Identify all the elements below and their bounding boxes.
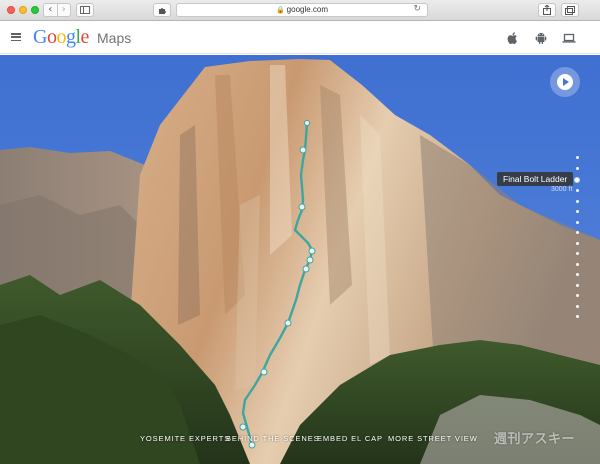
play-tour-button[interactable] — [550, 67, 580, 97]
back-forward-group: ‹ › — [43, 3, 71, 17]
progress-dot[interactable] — [575, 294, 579, 297]
el-capitan-image — [0, 55, 600, 464]
sidebar-icon — [80, 6, 90, 14]
share-button[interactable] — [538, 3, 556, 17]
google-logo[interactable]: Google — [33, 26, 89, 49]
browser-window: ‹ › 🔒 google.com ↻ Google Maps Final Bol… — [0, 0, 600, 464]
product-name: Maps — [97, 30, 132, 46]
back-icon[interactable]: ‹ — [44, 4, 57, 16]
tabs-icon — [565, 5, 575, 15]
apple-icon[interactable] — [506, 31, 520, 45]
close-button[interactable] — [7, 6, 15, 14]
progress-dot[interactable] — [575, 156, 579, 159]
extensions-button[interactable] — [153, 3, 171, 17]
forward-icon[interactable]: › — [56, 4, 71, 16]
waypoint-tooltip: Final Bolt Ladder — [497, 172, 574, 186]
maps-header: Google Maps — [0, 22, 600, 54]
progress-dot[interactable] — [575, 252, 579, 255]
progress-dot[interactable] — [575, 166, 579, 170]
link-yosemite-experts[interactable]: YOSEMITE EXPERTS — [140, 434, 230, 443]
progress-dots — [574, 156, 580, 326]
address-bar[interactable]: 🔒 google.com ↻ — [176, 3, 428, 17]
progress-dot[interactable] — [575, 220, 579, 224]
lock-icon: 🔒 — [275, 7, 285, 14]
link-embed-el-cap[interactable]: EMBED EL CAP — [317, 434, 383, 443]
link-more-street-view[interactable]: MORE STREET VIEW — [388, 434, 478, 443]
progress-dot[interactable] — [575, 262, 579, 266]
share-icon — [543, 5, 551, 15]
progress-dot[interactable] — [575, 199, 579, 203]
menu-icon[interactable] — [11, 33, 21, 42]
progress-dot[interactable] — [575, 231, 579, 234]
street-view-panorama[interactable] — [0, 55, 600, 464]
progress-dot[interactable] — [575, 210, 579, 213]
laptop-icon[interactable] — [562, 31, 576, 45]
browser-toolbar: ‹ › 🔒 google.com ↻ — [0, 0, 600, 21]
zoom-button[interactable] — [31, 6, 39, 14]
reload-icon[interactable]: ↻ — [413, 4, 421, 14]
play-icon — [557, 74, 573, 90]
progress-dot[interactable] — [575, 315, 579, 318]
progress-dot-active[interactable] — [574, 177, 580, 183]
extensions-icon — [158, 7, 166, 14]
progress-dot[interactable] — [575, 241, 579, 245]
progress-dot[interactable] — [575, 304, 579, 308]
sidebar-button[interactable] — [76, 3, 94, 17]
progress-dot[interactable] — [575, 189, 579, 192]
progress-dot[interactable] — [575, 283, 579, 287]
publisher-watermark: 週刊アスキー — [494, 431, 576, 446]
link-behind-the-scenes[interactable]: BEHIND THE SCENES — [226, 434, 320, 443]
minimize-button[interactable] — [19, 6, 27, 14]
android-icon[interactable] — [534, 31, 548, 45]
progress-dot[interactable] — [575, 273, 579, 276]
tabs-button[interactable] — [561, 3, 579, 17]
url-text: google.com — [286, 5, 329, 14]
waypoint-elevation: 3000 ft — [551, 186, 573, 193]
